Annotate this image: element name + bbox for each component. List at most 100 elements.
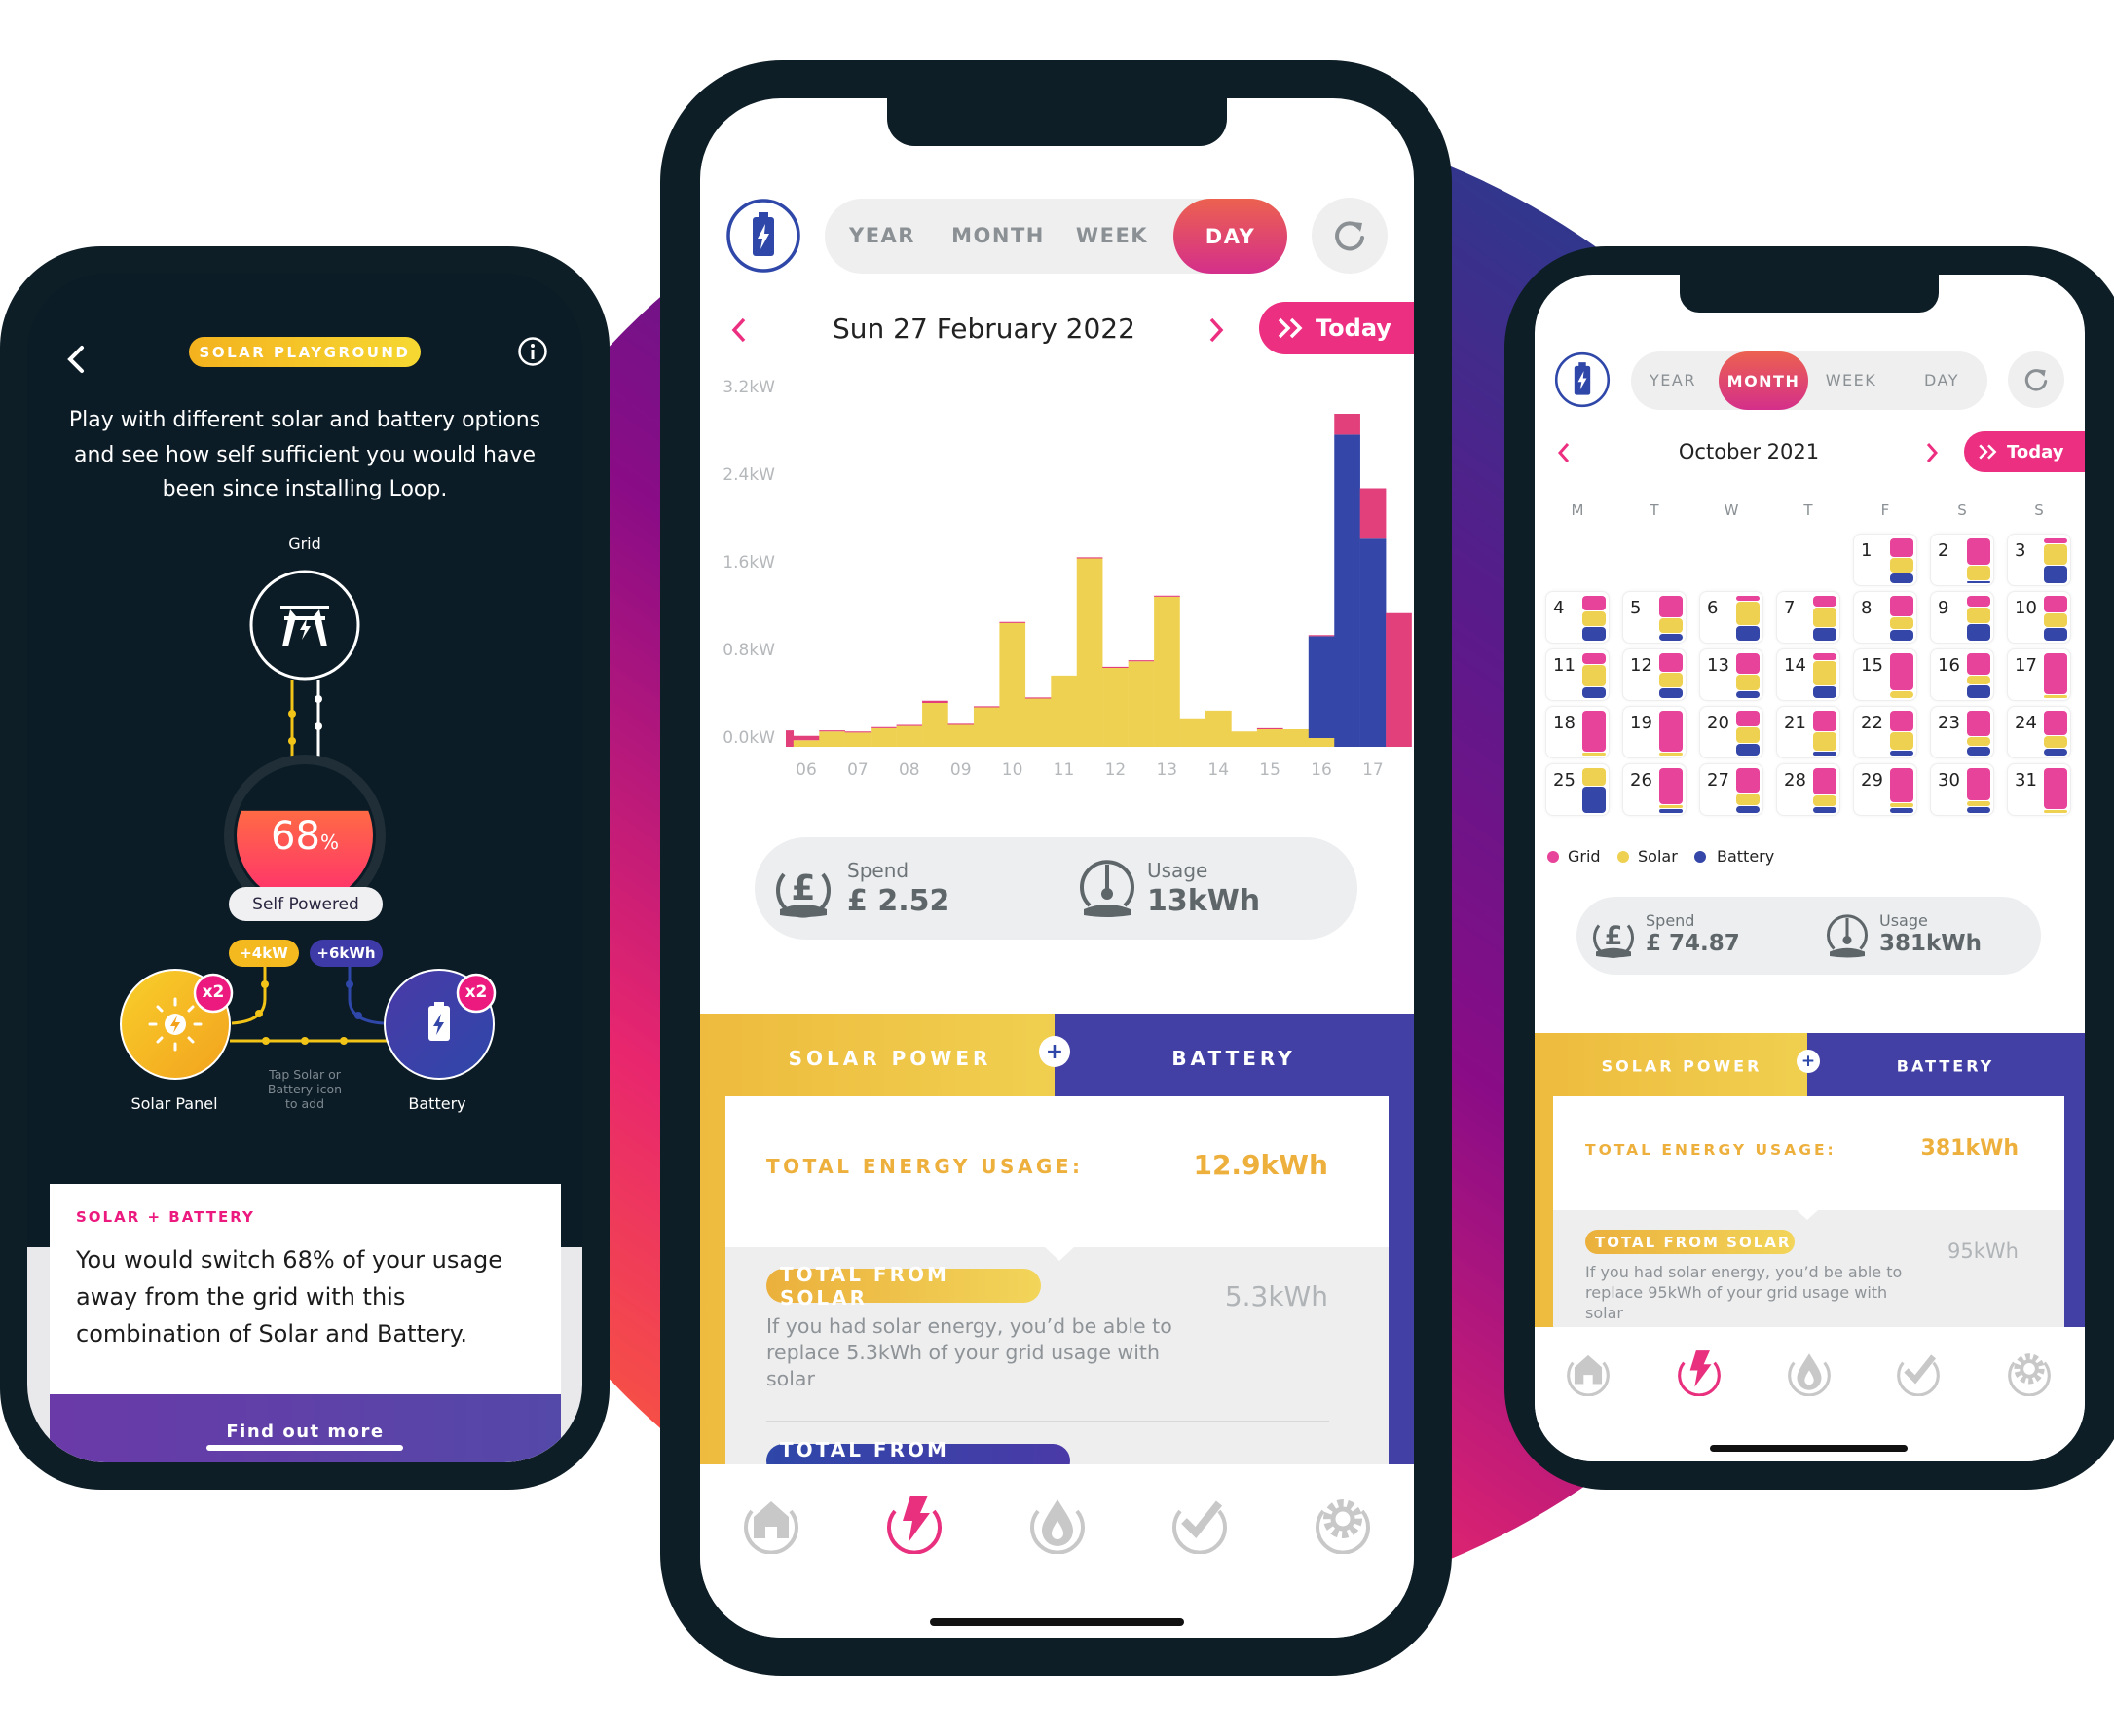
total-usage-label: TOTAL ENERGY USAGE: [1585, 1141, 1836, 1159]
day-usage-bar [1659, 768, 1683, 813]
calendar-day[interactable]: 30 [1930, 763, 1994, 816]
bar-segment-battery [1967, 623, 1990, 641]
calendar-day[interactable]: 13 [1699, 648, 1763, 701]
calendar-day[interactable]: 27 [1699, 763, 1763, 816]
calendar-day[interactable]: 16 [1930, 648, 1994, 701]
spend-value: £ 2.52 [847, 884, 950, 918]
nav-gas-button[interactable] [1026, 1492, 1089, 1558]
calendar-day[interactable]: 28 [1776, 763, 1840, 816]
bar-segment-solar [1582, 768, 1606, 786]
calendar-day[interactable]: 24 [2007, 706, 2071, 758]
calendar-day[interactable]: 6 [1699, 591, 1763, 644]
calendar-day[interactable]: 3 [2007, 534, 2071, 586]
total-usage-card: TOTAL ENERGY USAGE: 12.9kWh [725, 1096, 1389, 1247]
calendar-day[interactable]: 10 [2007, 591, 2071, 644]
card-body-line-2: away from the grid with this [76, 1283, 406, 1311]
bar-segment-solar [1813, 794, 1836, 807]
find-out-more-label: Find out more [226, 1422, 385, 1442]
nav-gas-button[interactable] [1785, 1348, 1834, 1400]
weekday-header: S [2034, 501, 2044, 519]
calendar-day[interactable]: 4 [1545, 591, 1610, 644]
energy-icon [1678, 1350, 1721, 1397]
calendar-day[interactable]: 20 [1699, 706, 1763, 758]
solar-description: If you had solar energy, you’d be able t… [766, 1314, 1172, 1390]
bar-segment-grid [1890, 768, 1913, 803]
energy-flow-diagram [120, 570, 497, 1080]
day-number: 12 [1630, 655, 1652, 676]
battery-flow-line [346, 967, 385, 1025]
day-number: 26 [1630, 770, 1652, 791]
nav-energy-button[interactable] [883, 1492, 946, 1558]
bar-segment-12:30-2 [1128, 660, 1155, 662]
day-number: 7 [1784, 598, 1796, 618]
calendar-day[interactable]: 22 [1853, 706, 1917, 758]
calendar-day[interactable]: 31 [2007, 763, 2071, 816]
calendar-day[interactable]: 5 [1622, 591, 1687, 644]
settings-icon [1316, 1499, 1370, 1555]
nav-energy-button[interactable] [1675, 1348, 1724, 1400]
calendar-day[interactable]: 25 [1545, 763, 1610, 816]
card-pointer [1797, 1210, 1818, 1220]
day-usage-bar [1890, 596, 1913, 641]
calendar-day[interactable]: 8 [1853, 591, 1917, 644]
bar-segment-battery [1813, 686, 1836, 698]
nav-tasks-button[interactable] [1894, 1348, 1943, 1400]
nav-tasks-button[interactable] [1168, 1492, 1231, 1558]
grid-pylon-button[interactable] [249, 570, 360, 681]
battery-added-text: +6kWh [316, 944, 376, 962]
calendar-day[interactable]: 26 [1622, 763, 1687, 816]
add-plus-icon[interactable]: + [1797, 1050, 1820, 1073]
bar-segment-solar [1967, 676, 1990, 685]
calendar-day[interactable]: 18 [1545, 706, 1610, 758]
weekday-header: S [1957, 501, 1967, 519]
calendar-day[interactable]: 11 [1545, 648, 1610, 701]
nav-settings-button[interactable] [1312, 1492, 1374, 1558]
calendar-day[interactable]: 12 [1622, 648, 1687, 701]
bar-segment-battery [1813, 627, 1836, 641]
bar-segment-solar [1659, 752, 1683, 756]
bar-segment-solar [1890, 732, 1913, 751]
day-usage-bar [2044, 596, 2067, 641]
gas-icon [1788, 1353, 1831, 1397]
calendar-day[interactable]: 1 [1853, 534, 1917, 586]
x-tick-label: 16 [1311, 760, 1332, 780]
calendar-day[interactable]: 9 [1930, 591, 1994, 644]
battery-multiplier: x2 [464, 982, 488, 1002]
calendar-day[interactable]: 21 [1776, 706, 1840, 758]
bar-segment-solar [1813, 608, 1836, 627]
find-out-more-button[interactable]: Find out more [50, 1394, 561, 1462]
nav-settings-button[interactable] [2005, 1348, 2054, 1400]
day-usage-bar [2044, 711, 2067, 756]
add-plus-icon[interactable]: + [1039, 1036, 1070, 1067]
bar-segment-solar [2044, 695, 2067, 698]
y-tick-label: 3.2kW [723, 378, 775, 397]
nav-home-button[interactable] [1564, 1348, 1613, 1400]
bar-segment-solar [2044, 736, 2067, 748]
bar-segment-solar [1967, 607, 1990, 623]
weekday-header: W [1724, 501, 1739, 519]
bar-segment-14:00-0 [1205, 710, 1232, 747]
percent-value: 68 [271, 814, 320, 859]
day-usage-bar [2044, 538, 2067, 583]
solar-power-tab-label: SOLAR POWER [788, 1047, 992, 1070]
calendar-day[interactable]: 29 [1853, 763, 1917, 816]
day-number: 11 [1553, 655, 1576, 676]
calendar-day[interactable]: 7 [1776, 591, 1840, 644]
bar-segment-08:30-2 [922, 700, 948, 703]
bar-segment-solar [1736, 674, 1760, 691]
calendar-day[interactable]: 17 [2007, 648, 2071, 701]
day-usage-bar [1967, 711, 1990, 756]
bar-segment-solar [1813, 732, 1836, 751]
day-number: 21 [1784, 713, 1806, 733]
x-tick-label: 17 [1362, 760, 1384, 780]
bar-segment-solar [1582, 752, 1606, 756]
bar-segment-grid [1659, 596, 1683, 617]
calendar-day[interactable]: 23 [1930, 706, 1994, 758]
calendar-day[interactable]: 2 [1930, 534, 1994, 586]
calendar-day[interactable]: 19 [1622, 706, 1687, 758]
nav-home-button[interactable] [740, 1492, 802, 1558]
solar-value: 5.3kWh [1224, 1280, 1328, 1312]
hint-line-2: Battery icon [267, 1082, 343, 1096]
calendar-day[interactable]: 14 [1776, 648, 1840, 701]
calendar-day[interactable]: 15 [1853, 648, 1917, 701]
